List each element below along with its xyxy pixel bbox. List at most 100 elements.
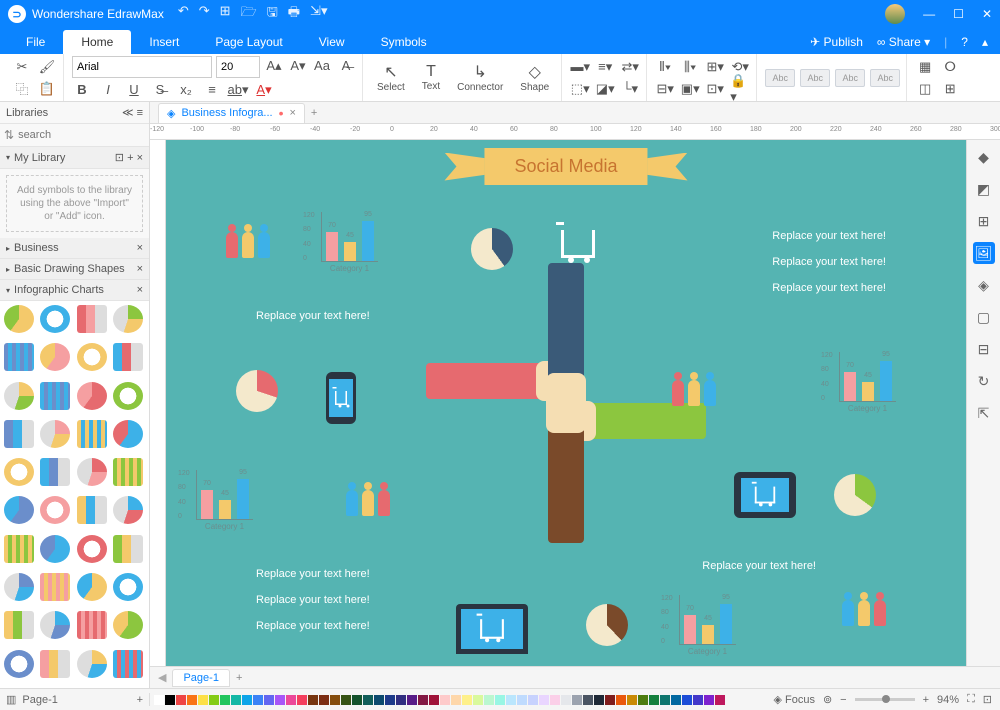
- color-swatch[interactable]: [506, 695, 516, 705]
- placeholder-text[interactable]: Replace your text here!: [256, 594, 370, 606]
- pie-chart[interactable]: [471, 228, 513, 270]
- people-group[interactable]: [226, 232, 270, 258]
- symbol-thumbnail[interactable]: [4, 305, 34, 333]
- image-panel-icon[interactable]: 🖼: [973, 242, 995, 264]
- color-swatch[interactable]: [297, 695, 307, 705]
- symbol-thumbnail[interactable]: [77, 535, 107, 563]
- title-banner[interactable]: Social Media: [444, 148, 687, 185]
- style-swatch-1[interactable]: Abc: [765, 69, 795, 87]
- bullets-icon[interactable]: ≡: [202, 80, 222, 100]
- bar-chart[interactable]: 12080400704595Category 1: [196, 470, 253, 531]
- color-swatch[interactable]: [539, 695, 549, 705]
- symbol-thumbnail[interactable]: [113, 573, 143, 601]
- symbol-thumbnail[interactable]: [40, 343, 70, 371]
- symbol-thumbnail[interactable]: [40, 611, 70, 639]
- color-swatch[interactable]: [286, 695, 296, 705]
- color-swatch[interactable]: [385, 695, 395, 705]
- lock-icon[interactable]: 🔒▾: [730, 79, 750, 99]
- color-swatch[interactable]: [616, 695, 626, 705]
- copy-icon[interactable]: ⿻: [12, 79, 32, 99]
- focus-button[interactable]: ◈ Focus: [773, 693, 814, 706]
- color-swatch[interactable]: [363, 695, 373, 705]
- color-swatch[interactable]: [693, 695, 703, 705]
- prev-page-icon[interactable]: ◀: [158, 671, 166, 684]
- grid-icon[interactable]: ⊞: [973, 210, 995, 232]
- symbol-thumbnail[interactable]: [113, 611, 143, 639]
- font-select[interactable]: [72, 56, 212, 78]
- symbol-thumbnail[interactable]: [77, 611, 107, 639]
- style-swatch-4[interactable]: Abc: [870, 69, 900, 87]
- pie-chart[interactable]: [586, 604, 628, 646]
- color-swatch[interactable]: [638, 695, 648, 705]
- symbol-thumbnail[interactable]: [40, 420, 70, 448]
- symbol-thumbnail[interactable]: [77, 458, 107, 486]
- phone-device[interactable]: [326, 372, 356, 424]
- align-icon[interactable]: ⫴▾: [655, 57, 675, 77]
- color-swatch[interactable]: [451, 695, 461, 705]
- properties-icon[interactable]: ⊟: [973, 338, 995, 360]
- history-icon[interactable]: ↻: [973, 370, 995, 392]
- publish-button[interactable]: ✈ Publish: [810, 35, 863, 49]
- arrow-style-icon[interactable]: ⇄▾: [620, 57, 640, 77]
- connector-tool[interactable]: ↳Connector: [451, 60, 509, 95]
- fit-page-icon[interactable]: ⛶: [967, 693, 975, 706]
- close-button[interactable]: ✕: [982, 7, 992, 21]
- symbol-thumbnail[interactable]: [77, 650, 107, 678]
- color-swatch[interactable]: [407, 695, 417, 705]
- select-tool[interactable]: ↖Select: [371, 60, 411, 95]
- color-swatch[interactable]: [473, 695, 483, 705]
- symbol-thumbnail[interactable]: [4, 650, 34, 678]
- color-swatch[interactable]: [198, 695, 208, 705]
- shape-tool[interactable]: ◇Shape: [514, 60, 555, 95]
- add-page-button[interactable]: +: [236, 672, 242, 684]
- people-group[interactable]: [842, 600, 886, 626]
- color-swatch[interactable]: [209, 695, 219, 705]
- symbol-thumbnail[interactable]: [77, 343, 107, 371]
- symbol-thumbnail[interactable]: [77, 496, 107, 524]
- center-icon[interactable]: ⊡▾: [705, 79, 725, 99]
- change-case-icon[interactable]: Aa: [312, 56, 332, 76]
- symbol-thumbnail[interactable]: [113, 382, 143, 410]
- group-icon[interactable]: ⊟▾: [655, 79, 675, 99]
- color-swatch[interactable]: [275, 695, 285, 705]
- color-swatch[interactable]: [176, 695, 186, 705]
- search-input[interactable]: [18, 129, 160, 141]
- collapse-ribbon-icon[interactable]: ▴: [982, 35, 988, 49]
- color-swatch[interactable]: [220, 695, 230, 705]
- user-avatar[interactable]: [885, 4, 905, 24]
- symbol-thumbnail[interactable]: [40, 496, 70, 524]
- menu-insert[interactable]: Insert: [131, 30, 197, 54]
- libraries-menu-icon[interactable]: ≡: [137, 107, 143, 119]
- add-page-icon[interactable]: +: [137, 694, 143, 706]
- bold-icon[interactable]: B: [72, 80, 92, 100]
- symbol-thumbnail[interactable]: [4, 535, 34, 563]
- underline-icon[interactable]: U: [124, 80, 144, 100]
- italic-icon[interactable]: I: [98, 80, 118, 100]
- color-swatch[interactable]: [704, 695, 714, 705]
- symbol-thumbnail[interactable]: [40, 305, 70, 333]
- color-swatch[interactable]: [572, 695, 582, 705]
- tablet-device[interactable]: [734, 472, 796, 518]
- distribute-icon[interactable]: ⫼▾: [680, 57, 700, 77]
- export-panel-icon[interactable]: ⇱: [973, 402, 995, 424]
- zoom-presets-icon[interactable]: ⊚: [823, 693, 832, 706]
- close-tab-icon[interactable]: ×: [289, 107, 295, 119]
- fullscreen-icon[interactable]: ⊡: [983, 693, 992, 706]
- help-icon[interactable]: ?: [961, 35, 968, 49]
- pie-chart[interactable]: [834, 474, 876, 516]
- symbol-thumbnail[interactable]: [4, 343, 34, 371]
- fill-icon[interactable]: ▬▾: [570, 57, 590, 77]
- bring-front-icon[interactable]: ▣▾: [680, 79, 700, 99]
- laptop-device[interactable]: [456, 604, 528, 654]
- menu-symbols[interactable]: Symbols: [363, 30, 445, 54]
- color-swatch[interactable]: [319, 695, 329, 705]
- symbol-thumbnail[interactable]: [113, 496, 143, 524]
- menu-file[interactable]: File: [8, 30, 63, 54]
- symbol-thumbnail[interactable]: [113, 343, 143, 371]
- fill-panel-icon[interactable]: ◩: [973, 178, 995, 200]
- page-selector[interactable]: Page-1: [22, 694, 57, 706]
- color-swatch[interactable]: [352, 695, 362, 705]
- zoom-out-icon[interactable]: −: [840, 694, 846, 706]
- symbol-thumbnail[interactable]: [40, 535, 70, 563]
- format-painter-icon[interactable]: 🖌: [37, 57, 57, 77]
